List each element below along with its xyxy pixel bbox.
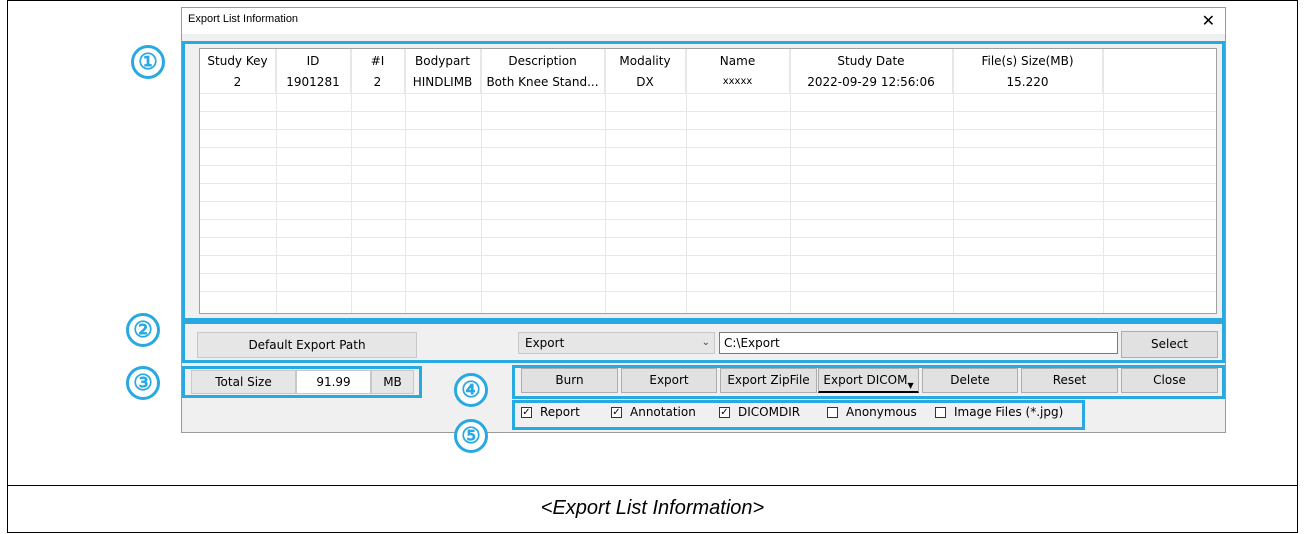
highlight-box-export-path (182, 321, 1225, 363)
window-title: Export List Information (188, 13, 299, 25)
title-bar: Export List Information ✕ (182, 8, 1225, 34)
close-icon[interactable]: ✕ (1202, 11, 1215, 30)
marker-4: ④ (454, 373, 488, 407)
caption-divider (7, 485, 1298, 486)
marker-1: ① (131, 45, 165, 79)
highlight-box-actions (512, 365, 1225, 399)
figure-caption: <Export List Information> (540, 497, 765, 519)
marker-2: ② (126, 313, 160, 347)
marker-5: ⑤ (454, 419, 488, 453)
highlight-box-grid (182, 41, 1225, 321)
highlight-box-total-size (182, 366, 422, 398)
highlight-box-options (512, 400, 1085, 430)
marker-3: ③ (126, 366, 160, 400)
